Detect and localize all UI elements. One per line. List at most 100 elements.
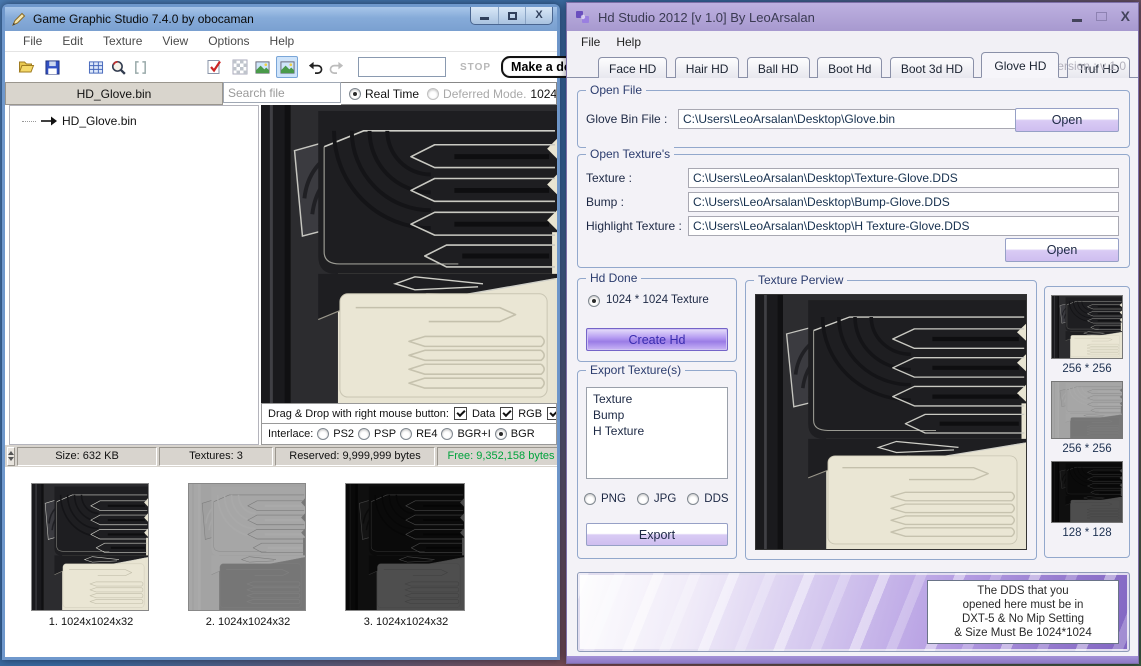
minimize-icon[interactable] — [1072, 19, 1082, 22]
hd-tabstrip: Face HD Hair HD Ball HD Boot Hd Boot 3d … — [567, 52, 1138, 78]
tab-face-hd[interactable]: Face HD — [598, 57, 667, 78]
close-button[interactable]: X — [525, 7, 552, 24]
texture-preview-group-label: Texture Perview — [754, 273, 847, 287]
tree-item-label: HD_Glove.bin — [62, 114, 137, 128]
interlace-re4-radio[interactable] — [400, 428, 412, 440]
grid-view-icon[interactable] — [85, 56, 107, 78]
deferred-mode-radio[interactable] — [427, 88, 439, 100]
search-input[interactable] — [223, 82, 341, 103]
tab-glove-hd[interactable]: Glove HD — [981, 52, 1059, 78]
thumbnail-strip: 1. 1024x1024x32 2. 1024x1024x32 3. 1024x… — [5, 467, 557, 657]
tab-boot-hd[interactable]: Boot Hd — [817, 57, 882, 78]
menu-file[interactable]: File — [573, 33, 608, 51]
close-icon[interactable]: X — [1121, 9, 1130, 23]
interlace-bgr-label: BGR — [511, 428, 535, 440]
right-titlebar[interactable]: Hd Studio 2012 [v 1.0] By LeoArsalan X — [567, 3, 1138, 31]
thumbnail-2[interactable]: 2. 1024x1024x32 — [188, 483, 308, 628]
mip-thumbnails-group: 256 * 256 256 * 256 128 * 128 — [1044, 286, 1130, 558]
menu-texture[interactable]: Texture — [93, 32, 152, 50]
texture-1024-radio[interactable] — [588, 295, 600, 307]
glove-bin-file-input[interactable] — [678, 109, 1018, 129]
open-file-group: Open File Glove Bin File : Open — [577, 90, 1130, 148]
alpha-checkbox[interactable] — [547, 407, 557, 420]
bump-path-input[interactable] — [688, 192, 1119, 212]
mip-thumb-texture-image — [1052, 296, 1122, 358]
open-file-icon[interactable] — [15, 56, 37, 78]
minimize-icon — [480, 17, 489, 20]
save-icon[interactable] — [41, 56, 63, 78]
dds-radio[interactable] — [687, 493, 699, 505]
dds-note-box: The DDS that you opened here must be in … — [927, 580, 1119, 644]
validate-icon[interactable] — [203, 56, 225, 78]
minimize-button[interactable] — [471, 7, 498, 24]
toolbar-value-input[interactable] — [358, 57, 446, 77]
menu-help[interactable]: Help — [608, 33, 649, 51]
interlace-psp-label: PSP — [374, 428, 396, 440]
thumbnail-1[interactable]: 1. 1024x1024x32 — [31, 483, 151, 628]
menu-view[interactable]: View — [152, 32, 198, 50]
menu-edit[interactable]: Edit — [52, 32, 93, 50]
png-radio[interactable] — [584, 493, 596, 505]
tab-hair-hd[interactable]: Hair HD — [675, 57, 740, 78]
glove-texture-image — [261, 105, 557, 403]
interlace-bgri-radio[interactable] — [441, 428, 453, 440]
rgb-checkbox-label: RGB — [518, 408, 542, 420]
open-bin-button[interactable]: Open — [1015, 108, 1119, 132]
menu-help[interactable]: Help — [260, 32, 305, 50]
selection-brackets-icon[interactable] — [129, 56, 151, 78]
menu-file[interactable]: File — [13, 32, 52, 50]
file-tab[interactable]: HD_Glove.bin — [5, 82, 223, 105]
real-time-label: Real Time — [365, 87, 419, 101]
maximize-icon — [508, 12, 517, 20]
real-time-radio[interactable] — [349, 88, 361, 100]
export-list-item-texture[interactable]: Texture — [593, 391, 721, 407]
data-checkbox[interactable] — [454, 407, 467, 420]
mip-thumb-bump-label: 256 * 256 — [1045, 443, 1129, 455]
menu-options[interactable]: Options — [198, 32, 259, 50]
image-view-icon[interactable] — [251, 56, 273, 78]
dds-note-line-1: The DDS that you — [977, 584, 1068, 598]
export-list-item-h-texture[interactable]: H Texture — [593, 423, 721, 439]
thumbnail-3[interactable]: 3. 1024x1024x32 — [345, 483, 467, 628]
tab-ball-hd[interactable]: Ball HD — [747, 57, 810, 78]
interlace-psp-radio[interactable] — [358, 428, 370, 440]
maximize-button[interactable] — [498, 7, 525, 24]
create-hd-button[interactable]: Create Hd — [586, 328, 728, 351]
close-icon: X — [535, 10, 542, 21]
bump-label: Bump : — [586, 195, 624, 209]
texture-path-input[interactable] — [688, 168, 1119, 188]
left-file-row: HD_Glove.bin Real Time Deferred Mode. 10… — [5, 82, 557, 105]
spinner-down-icon — [8, 457, 14, 461]
export-listbox[interactable]: Texture Bump H Texture — [586, 387, 728, 479]
rgb-checkbox[interactable] — [500, 407, 513, 420]
export-list-item-bump[interactable]: Bump — [593, 407, 721, 423]
open-textures-button[interactable]: Open — [1005, 238, 1119, 262]
zoom-search-icon[interactable] — [107, 56, 129, 78]
tab-boot-3d-hd[interactable]: Boot 3d HD — [890, 57, 974, 78]
stop-label: STOP — [460, 62, 491, 73]
status-textures: Textures: 3 — [159, 447, 273, 466]
export-button[interactable]: Export — [586, 523, 728, 546]
tree-item-hd-glove[interactable]: HD_Glove.bin — [10, 106, 258, 128]
interlace-re4-label: RE4 — [416, 428, 437, 440]
tree-arrow-icon — [41, 116, 57, 126]
export-format-row: PNG JPG DDS — [584, 493, 732, 505]
jpg-radio[interactable] — [637, 493, 649, 505]
drag-drop-label: Drag & Drop with right mouse button: — [268, 408, 449, 420]
redo-icon[interactable] — [326, 56, 348, 78]
texture-preview-group: Texture Perview — [745, 280, 1037, 560]
glove-bin-file-label: Glove Bin File : — [586, 112, 667, 126]
interlace-bgr-radio[interactable] — [495, 428, 507, 440]
image-fit-icon[interactable] — [276, 56, 298, 78]
interlace-ps2-radio[interactable] — [317, 428, 329, 440]
status-spinner[interactable] — [7, 447, 15, 466]
undo-icon[interactable] — [304, 56, 326, 78]
right-window-title: Hd Studio 2012 [v 1.0] By LeoArsalan — [598, 10, 815, 25]
texture-preview-canvas[interactable] — [261, 105, 557, 403]
file-tree-panel: HD_Glove.bin — [9, 105, 259, 445]
highlight-path-input[interactable] — [688, 216, 1119, 236]
left-titlebar[interactable]: Game Graphic Studio 7.4.0 by obocaman X — [5, 7, 557, 31]
maximize-icon[interactable] — [1096, 12, 1107, 21]
dds-note-line-2: opened here must be in — [963, 598, 1084, 612]
transparency-checker-icon[interactable] — [229, 56, 251, 78]
